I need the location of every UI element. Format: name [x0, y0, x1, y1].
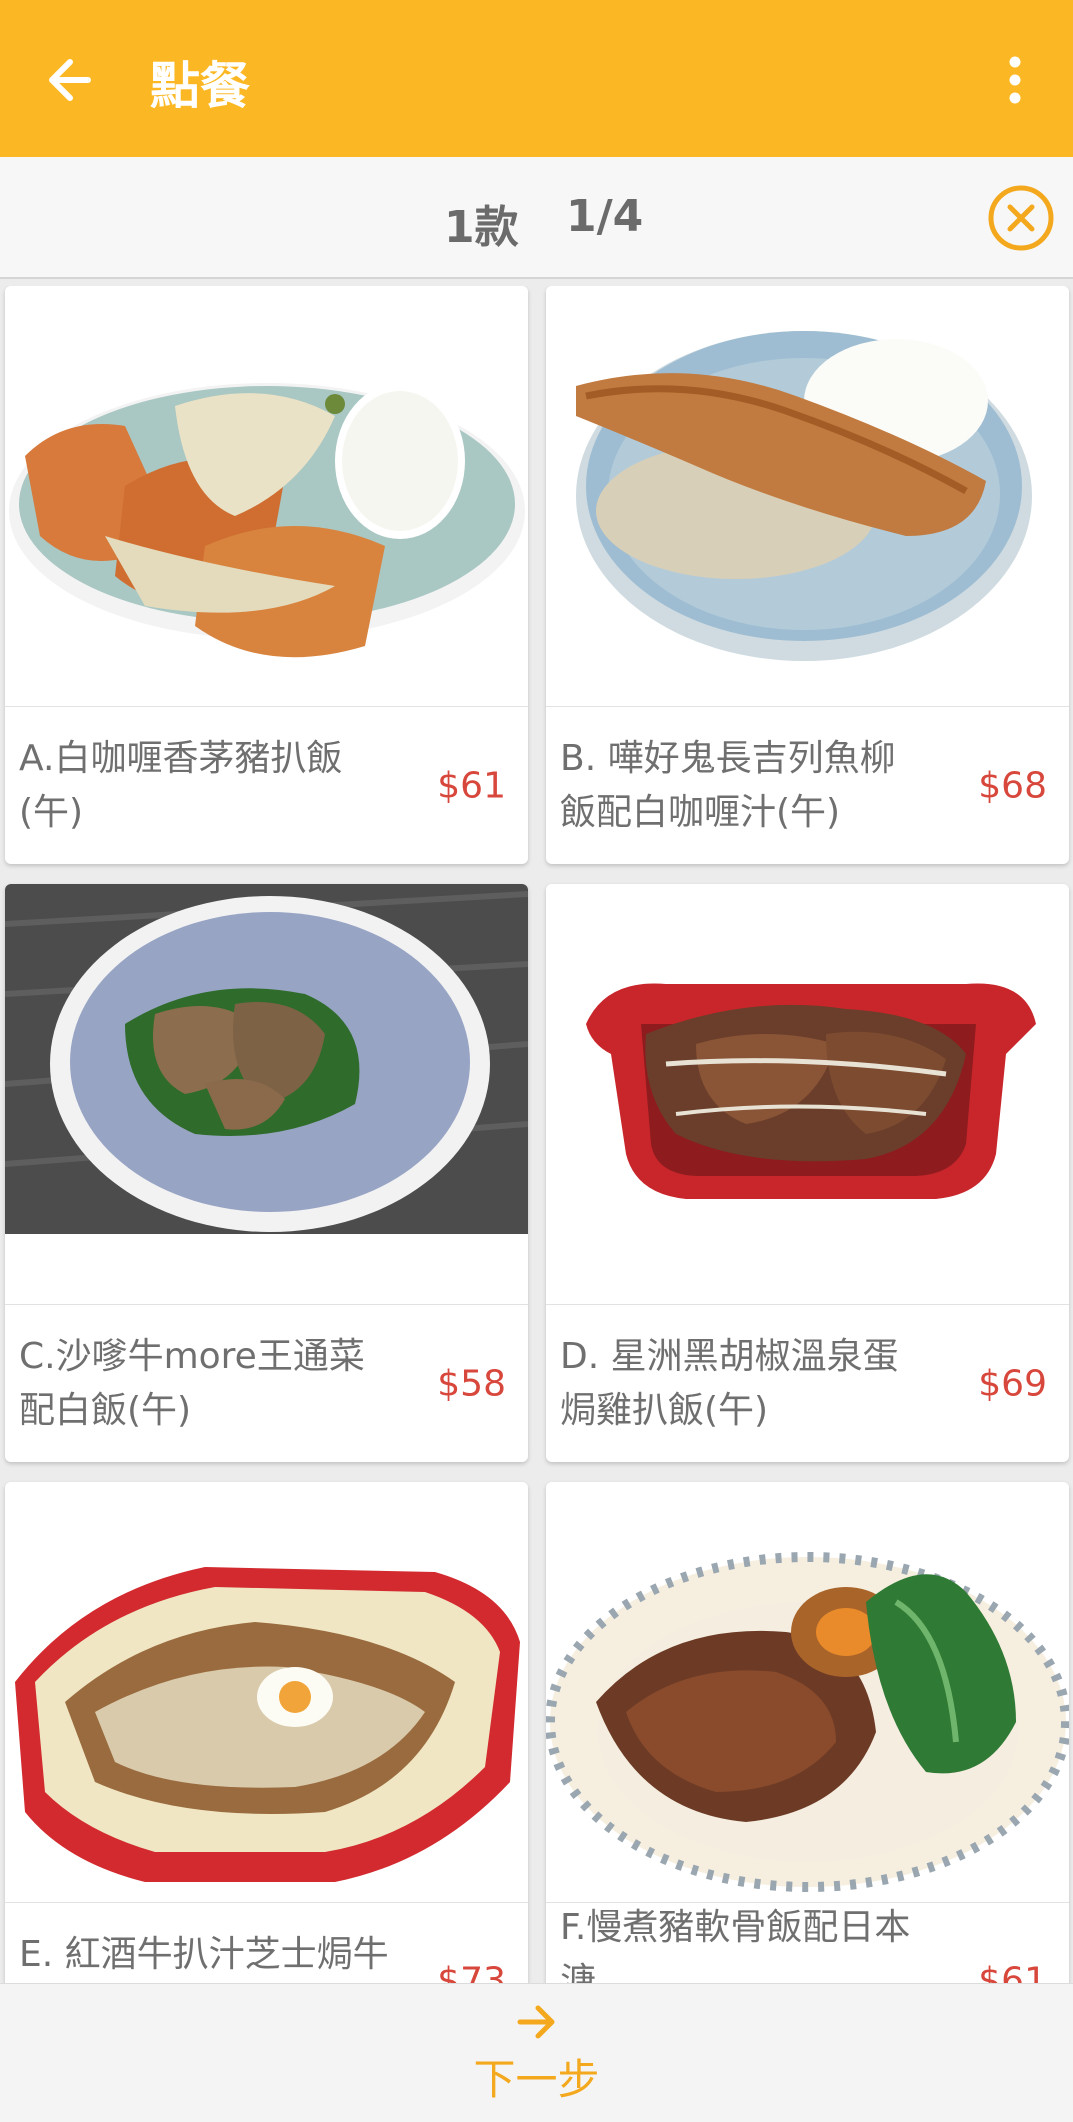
menu-card-a[interactable]: A.白咖喱香茅豬扒飯(午) $61	[5, 286, 528, 864]
menu-photo-d	[546, 884, 1069, 1305]
menu-card-c[interactable]: C.沙嗲牛more王通菜配白飯(午) $58	[5, 884, 528, 1462]
menu-item-price: $69	[978, 1363, 1047, 1404]
menu-item-name: B. 嘩好鬼長吉列魚柳飯配白咖喱汁(午)	[560, 737, 896, 833]
next-step-button[interactable]: 下一步	[0, 1983, 1073, 2122]
arrow-right-icon	[517, 2005, 555, 2039]
menu-info-d: D. 星洲黑胡椒溫泉蛋焗雞扒飯(午) $69	[546, 1305, 1069, 1462]
menu-info-a: A.白咖喱香茅豬扒飯(午) $61	[5, 707, 528, 864]
menu-card-e[interactable]: E. 紅酒牛扒汁芝士焗牛 $73	[5, 1482, 528, 1986]
page-indicator: 1/4	[566, 191, 644, 242]
menu-item-name: F.慢煮豬軟骨飯配日本溏	[560, 1907, 911, 1986]
menu-photo-c	[5, 884, 528, 1305]
menu-item-price: $68	[978, 765, 1047, 806]
selection-bar: 1款 1/4	[0, 157, 1073, 279]
menu-info-b: B. 嘩好鬼長吉列魚柳飯配白咖喱汁(午) $68	[546, 707, 1069, 864]
app-bar: 點餐	[0, 0, 1073, 157]
menu-item-price: $58	[437, 1363, 506, 1404]
menu-info-c: C.沙嗲牛more王通菜配白飯(午) $58	[5, 1305, 528, 1462]
menu-card-b[interactable]: B. 嘩好鬼長吉列魚柳飯配白咖喱汁(午) $68	[546, 286, 1069, 864]
menu-photo-f	[546, 1482, 1069, 1903]
menu-photo-a	[5, 286, 528, 707]
item-count: 1款	[444, 202, 519, 253]
menu-card-f[interactable]: F.慢煮豬軟骨飯配日本溏 $61	[546, 1482, 1069, 1986]
more-options-button[interactable]	[990, 48, 1040, 112]
close-circle-icon	[988, 185, 1054, 251]
close-button[interactable]	[986, 183, 1056, 253]
menu-info-f: F.慢煮豬軟骨飯配日本溏 $61	[546, 1903, 1069, 1986]
menu-photo-b	[546, 286, 1069, 707]
menu-item-price: $61	[437, 765, 506, 806]
menu-card-d[interactable]: D. 星洲黑胡椒溫泉蛋焗雞扒飯(午) $69	[546, 884, 1069, 1462]
page-title: 點餐	[150, 57, 250, 115]
menu-grid: A.白咖喱香茅豬扒飯(午) $61 B. 嘩好鬼長吉列魚柳飯配白咖喱汁(午) $…	[0, 286, 1073, 1986]
menu-item-name: D. 星洲黑胡椒溫泉蛋焗雞扒飯(午)	[560, 1335, 899, 1431]
menu-item-name: A.白咖喱香茅豬扒飯(午)	[19, 737, 343, 833]
next-step-label: 下一步	[473, 2055, 600, 2104]
back-button[interactable]	[40, 48, 110, 112]
menu-info-e: E. 紅酒牛扒汁芝士焗牛 $73	[5, 1903, 528, 1986]
menu-photo-e	[5, 1482, 528, 1903]
menu-item-name: C.沙嗲牛more王通菜配白飯(午)	[19, 1335, 365, 1431]
arrow-left-icon	[49, 59, 91, 101]
more-vert-icon	[1009, 56, 1021, 104]
menu-item-name: E. 紅酒牛扒汁芝士焗牛	[19, 1934, 389, 1975]
